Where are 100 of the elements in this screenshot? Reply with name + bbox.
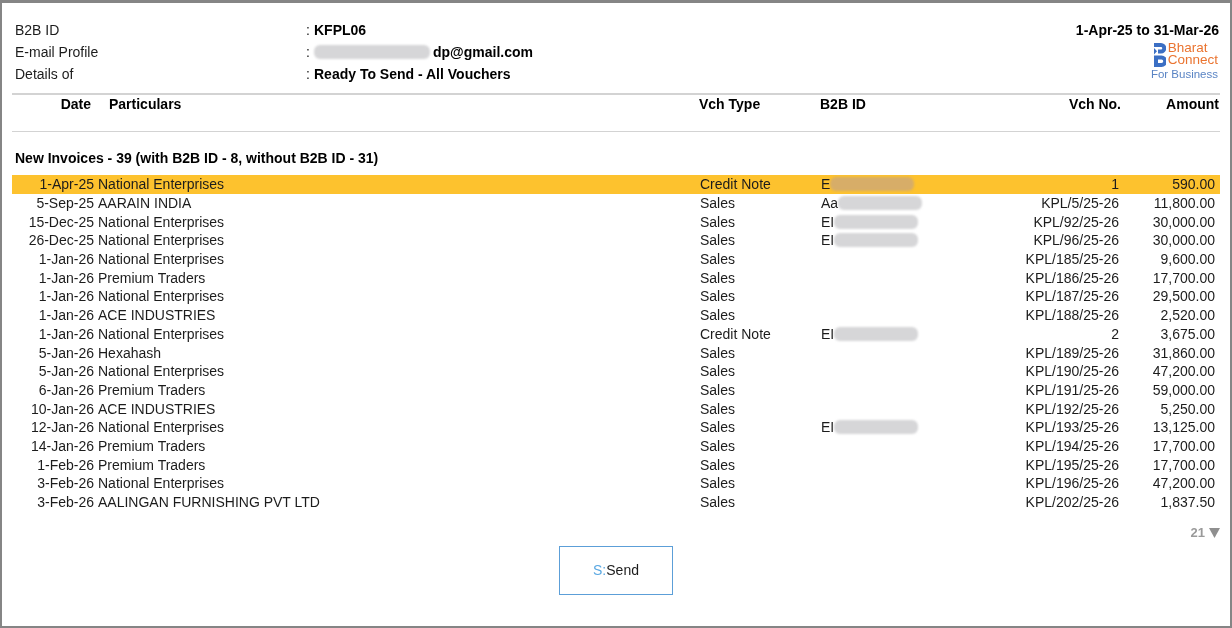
table-cell-text: 15-Dec-25 xyxy=(27,212,94,231)
table-cell-text: Sales xyxy=(700,362,737,381)
table-cell-text: Sales xyxy=(700,194,737,213)
table-cell-text: National Enterprises xyxy=(98,324,226,343)
table-cell-text: 5-Jan-26 xyxy=(37,343,94,362)
table-cell-text: 30,000.00 xyxy=(1151,231,1216,250)
table-cell-text: KPL/186/25-26 xyxy=(1024,268,1119,287)
table-cell-text: 5,250.00 xyxy=(1159,399,1216,418)
table-cell-text: 3,675.00 xyxy=(1159,324,1216,343)
table-cell-text: Credit Note xyxy=(700,175,772,194)
table-cell-text: KPL/185/25-26 xyxy=(1024,250,1119,269)
group-heading: New Invoices - 39 (with B2B ID - 8, without B2B ID - 31) xyxy=(15,150,379,166)
table-cell-text: Sales xyxy=(700,418,737,437)
table-cell-text: ACE INDUSTRIES xyxy=(98,399,217,418)
table-cell-text: Sales xyxy=(700,474,737,493)
table-cell-text: Sales xyxy=(700,436,737,455)
table-cell-text: 5-Jan-26 xyxy=(37,362,94,381)
table-cell-text: 1-Jan-26 xyxy=(37,306,94,325)
table-cell-text: 1 xyxy=(1110,175,1119,194)
table-cell-text: Sales xyxy=(700,399,737,418)
table-cell-text: 1-Jan-26 xyxy=(37,324,94,343)
colon-separator: : xyxy=(306,21,311,40)
page-count: 21 xyxy=(1190,524,1205,543)
colon-separator: : xyxy=(306,65,311,84)
logo-text: Bharat xyxy=(1167,42,1209,54)
field-value: KFPL06 xyxy=(314,21,367,40)
table-cell-text: Premium Traders xyxy=(98,268,207,287)
column-header: B2B ID xyxy=(820,96,867,113)
table-cell-text: KPL/190/25-26 xyxy=(1024,362,1119,381)
logo-tagline: For Business xyxy=(1150,68,1218,81)
table-cell: EI xyxy=(821,324,835,343)
table-cell-text: 1-Feb-26 xyxy=(36,455,94,474)
table-cell-text: KPL/189/25-26 xyxy=(1024,343,1119,362)
table-cell-text: KPL/96/25-26 xyxy=(1032,231,1119,250)
field-label: Details of xyxy=(15,65,75,84)
table-cell-text: 17,700.00 xyxy=(1151,436,1216,455)
table-cell-text: 3-Feb-26 xyxy=(36,474,94,493)
table-cell-text: KPL/195/25-26 xyxy=(1024,455,1119,474)
table-cell-text: Sales xyxy=(700,231,737,250)
table-cell-text: KPL/202/25-26 xyxy=(1024,493,1119,512)
table-cell-text: KPL/5/25-26 xyxy=(1040,194,1119,213)
table-cell-text: KPL/187/25-26 xyxy=(1024,287,1119,306)
table-cell-text: National Enterprises xyxy=(98,212,226,231)
table-cell-text: 6-Jan-26 xyxy=(37,380,94,399)
table-cell-text: 14-Jan-26 xyxy=(29,436,94,455)
table-cell-text: Sales xyxy=(700,493,737,512)
table-cell-text: 17,700.00 xyxy=(1151,268,1216,287)
field-label: B2B ID xyxy=(15,21,61,40)
table-cell-text: 1-Jan-26 xyxy=(37,250,94,269)
table-cell-text: KPL/194/25-26 xyxy=(1024,436,1119,455)
send-button[interactable]: S:Send xyxy=(559,546,673,596)
table-cell-text: Hexahash xyxy=(98,343,163,362)
table-cell: EI xyxy=(821,212,835,231)
column-header: Amount xyxy=(1165,96,1220,113)
table-cell-text: National Enterprises xyxy=(98,175,226,194)
column-header: Vch Type xyxy=(699,96,762,113)
table-cell-text: 1-Jan-26 xyxy=(37,268,94,287)
table-cell-text: 590.00 xyxy=(1171,175,1216,194)
table-cell-text: KPL/192/25-26 xyxy=(1024,399,1119,418)
table-cell-text: 47,200.00 xyxy=(1151,362,1216,381)
table-cell-text: KPL/191/25-26 xyxy=(1024,380,1119,399)
table-cell-text: 10-Jan-26 xyxy=(29,399,94,418)
table-cell-text: 30,000.00 xyxy=(1151,212,1216,231)
table-cell-text: 17,700.00 xyxy=(1151,455,1216,474)
period-range: 1-Apr-25 to 31-Mar-26 xyxy=(1075,22,1219,39)
table-cell-text: National Enterprises xyxy=(98,474,226,493)
table-cell-text: Sales xyxy=(700,212,737,231)
table-cell: Aa xyxy=(821,194,839,213)
table-cell-text: 12-Jan-26 xyxy=(29,418,94,437)
table-cell-text: Premium Traders xyxy=(98,436,207,455)
table-cell-text: KPL/92/25-26 xyxy=(1032,212,1119,231)
table-cell-text: National Enterprises xyxy=(98,287,226,306)
table-cell-text: Sales xyxy=(700,306,737,325)
table-cell-text: 11,800.00 xyxy=(1152,194,1216,213)
table-cell-text: 13,125.00 xyxy=(1151,418,1216,437)
table-cell-text: 29,500.00 xyxy=(1151,287,1216,306)
colon-separator: : xyxy=(306,43,311,62)
table-cell-text: 31,860.00 xyxy=(1151,343,1216,362)
logo-icon xyxy=(1153,43,1166,67)
table-cell-text: Credit Note xyxy=(700,324,772,343)
table-cell-text: 26-Dec-25 xyxy=(27,231,94,250)
logo-text: Connect xyxy=(1167,54,1218,66)
table-cell-text: 2 xyxy=(1110,324,1119,343)
column-header: Particulars xyxy=(109,96,183,113)
field-label: E-mail Profile xyxy=(15,43,100,62)
table-cell-text: Sales xyxy=(700,287,737,306)
field-value: dp@gmail.com xyxy=(433,43,533,62)
table-cell-text: 59,000.00 xyxy=(1151,380,1216,399)
table-cell-text: 1,837.50 xyxy=(1159,493,1216,512)
table-cell: EI xyxy=(821,231,835,250)
table-cell-text: 1-Jan-26 xyxy=(37,287,94,306)
table-cell-text: National Enterprises xyxy=(98,231,226,250)
table-cell-text: 47,200.00 xyxy=(1151,474,1216,493)
column-header: Vch No. xyxy=(1067,96,1121,113)
table-cell-text: 2,520.00 xyxy=(1159,306,1216,325)
triangle-down-icon[interactable] xyxy=(1209,527,1220,538)
table-cell-text: 3-Feb-26 xyxy=(36,493,94,512)
table-cell-text: National Enterprises xyxy=(98,418,226,437)
table-row[interactable]: 1-Apr-25 National Enterprises Credit Note E 1 590.00 xyxy=(12,175,1220,194)
table-cell: E xyxy=(821,175,831,194)
